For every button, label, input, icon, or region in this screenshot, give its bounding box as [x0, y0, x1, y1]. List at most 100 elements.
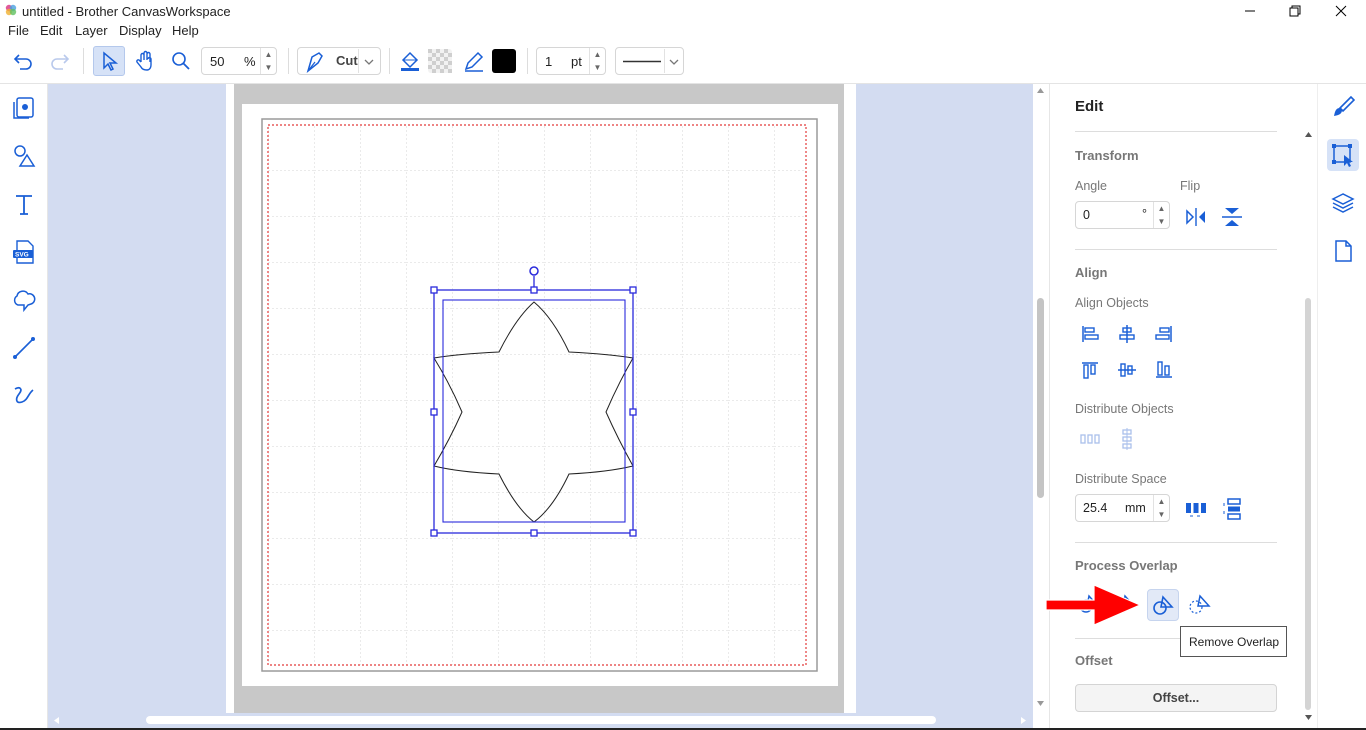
fill-transparent-swatch[interactable] [424, 46, 456, 76]
layers-icon [1331, 193, 1355, 213]
restore-button[interactable] [1272, 0, 1318, 22]
app-logo-icon [5, 4, 17, 16]
space-horizontal-icon [1186, 503, 1206, 517]
redo-button[interactable] [43, 46, 75, 76]
panel-title: Edit [1075, 98, 1104, 115]
magnifier-icon [172, 52, 190, 70]
project-button[interactable] [8, 92, 40, 124]
space-vertical-button[interactable] [1218, 495, 1246, 523]
chevron-up-icon[interactable]: ▲ [1154, 495, 1169, 508]
red-arrow-annotation [1046, 584, 1142, 626]
scroll-up-icon[interactable] [1036, 86, 1045, 94]
fill-color-button[interactable] [394, 46, 426, 76]
undo-button[interactable] [8, 46, 40, 76]
space-horizontal-button[interactable] [1182, 495, 1210, 523]
canvas-area[interactable] [48, 84, 1033, 713]
horizontal-scroll-thumb[interactable] [146, 716, 936, 724]
menu-file[interactable]: File [8, 23, 29, 38]
chevron-down-icon[interactable]: ▼ [261, 61, 276, 74]
distribute-vertical-icon [1122, 428, 1132, 450]
zoom-value: 50 [210, 54, 225, 69]
scroll-down-icon[interactable] [1304, 714, 1313, 722]
align-right-button[interactable] [1150, 320, 1178, 348]
transparent-swatch-icon [428, 49, 452, 73]
freehand-button[interactable] [8, 380, 40, 412]
page-tab[interactable] [1327, 235, 1359, 267]
canvas-horizontal-scrollbar[interactable] [48, 713, 1033, 728]
divide-button[interactable] [1186, 590, 1214, 618]
angle-label: Angle [1075, 179, 1107, 193]
menu-layer[interactable]: Layer [75, 23, 108, 38]
align-center-button[interactable] [1113, 320, 1141, 348]
chevron-down-icon[interactable]: ▼ [1154, 508, 1169, 521]
paint-tab[interactable] [1327, 91, 1359, 123]
layers-tab[interactable] [1327, 187, 1359, 219]
panel-scrollbar[interactable] [1300, 128, 1316, 728]
scroll-left-icon[interactable] [52, 716, 60, 725]
toolbar-separator [83, 48, 84, 74]
chevron-up-icon[interactable]: ▲ [590, 48, 605, 61]
mode-dropdown[interactable]: Cut [297, 47, 381, 75]
zoom-field[interactable]: 50 % ▲ ▼ [201, 47, 277, 75]
menu-display[interactable]: Display [119, 23, 162, 38]
vertical-scroll-thumb[interactable] [1037, 298, 1044, 498]
cloud-shape-button[interactable] [8, 284, 40, 316]
distribute-space-value: 25.4 [1083, 501, 1108, 515]
close-icon [1335, 5, 1347, 17]
distribute-space-unit: mm [1125, 501, 1146, 515]
minimize-button[interactable] [1227, 0, 1273, 22]
align-top-button[interactable] [1076, 356, 1104, 384]
restore-icon [1289, 5, 1301, 17]
scroll-down-icon[interactable] [1036, 700, 1045, 708]
chevron-up-icon[interactable]: ▲ [1154, 202, 1169, 215]
stroke-color-button[interactable] [458, 46, 490, 76]
align-bottom-button[interactable] [1150, 356, 1178, 384]
align-bottom-icon [1156, 361, 1172, 378]
svg-import-button[interactable]: SVG [8, 236, 40, 268]
align-left-icon [1082, 326, 1099, 342]
hand-icon [136, 50, 152, 71]
chevron-down-icon [364, 59, 374, 65]
rotate-handle[interactable] [529, 266, 539, 276]
zoom-tool-button[interactable] [165, 46, 197, 76]
scroll-right-icon[interactable] [1020, 716, 1028, 725]
chevron-down-icon[interactable]: ▼ [1154, 215, 1169, 228]
stroke-color-swatch[interactable] [488, 46, 520, 76]
scroll-up-icon[interactable] [1304, 130, 1313, 138]
menu-edit[interactable]: Edit [40, 23, 62, 38]
pan-tool-button[interactable] [129, 46, 161, 76]
distribute-vertical-button[interactable] [1113, 425, 1141, 453]
align-left-button[interactable] [1076, 320, 1104, 348]
zoom-stepper[interactable]: ▲ ▼ [260, 48, 276, 74]
panel-scroll-thumb[interactable] [1305, 298, 1311, 710]
line-style-dropdown[interactable] [615, 47, 684, 75]
text-icon [16, 195, 32, 215]
menu-bar: File Edit Layer Display Help [0, 22, 1366, 40]
distribute-space-field[interactable]: 25.4 mm ▲ ▼ [1075, 494, 1170, 522]
flip-horizontal-button[interactable] [1182, 203, 1210, 231]
remove-overlap-button[interactable] [1147, 589, 1179, 621]
distribute-space-stepper[interactable]: ▲ ▼ [1153, 495, 1169, 521]
align-middle-button[interactable] [1113, 356, 1141, 384]
line-width-unit: pt [571, 54, 582, 69]
chevron-up-icon[interactable]: ▲ [261, 48, 276, 61]
canvas-drawing[interactable] [48, 84, 1033, 713]
distribute-horizontal-button[interactable] [1076, 425, 1104, 453]
line-width-field[interactable]: 1 pt ▲ ▼ [536, 47, 606, 75]
angle-field[interactable]: 0 ° ▲ ▼ [1075, 201, 1170, 229]
shapes-button[interactable] [8, 140, 40, 172]
flip-vertical-button[interactable] [1218, 203, 1246, 231]
title-bar: untitled - Brother CanvasWorkspace [0, 0, 1366, 22]
close-button[interactable] [1318, 0, 1364, 22]
line-tool-button[interactable] [8, 332, 40, 364]
offset-button[interactable]: Offset... [1075, 684, 1277, 712]
text-button[interactable] [8, 188, 40, 220]
select-tool-button[interactable] [93, 46, 125, 76]
edit-tab[interactable] [1327, 139, 1359, 171]
chevron-down-icon[interactable]: ▼ [590, 61, 605, 74]
angle-stepper[interactable]: ▲ ▼ [1153, 202, 1169, 228]
menu-help[interactable]: Help [172, 23, 199, 38]
line-width-stepper[interactable]: ▲ ▼ [589, 48, 605, 74]
angle-value: 0 [1083, 208, 1090, 222]
toolbar: 50 % ▲ ▼ Cut 1 pt ▲ ▼ [0, 40, 1366, 84]
